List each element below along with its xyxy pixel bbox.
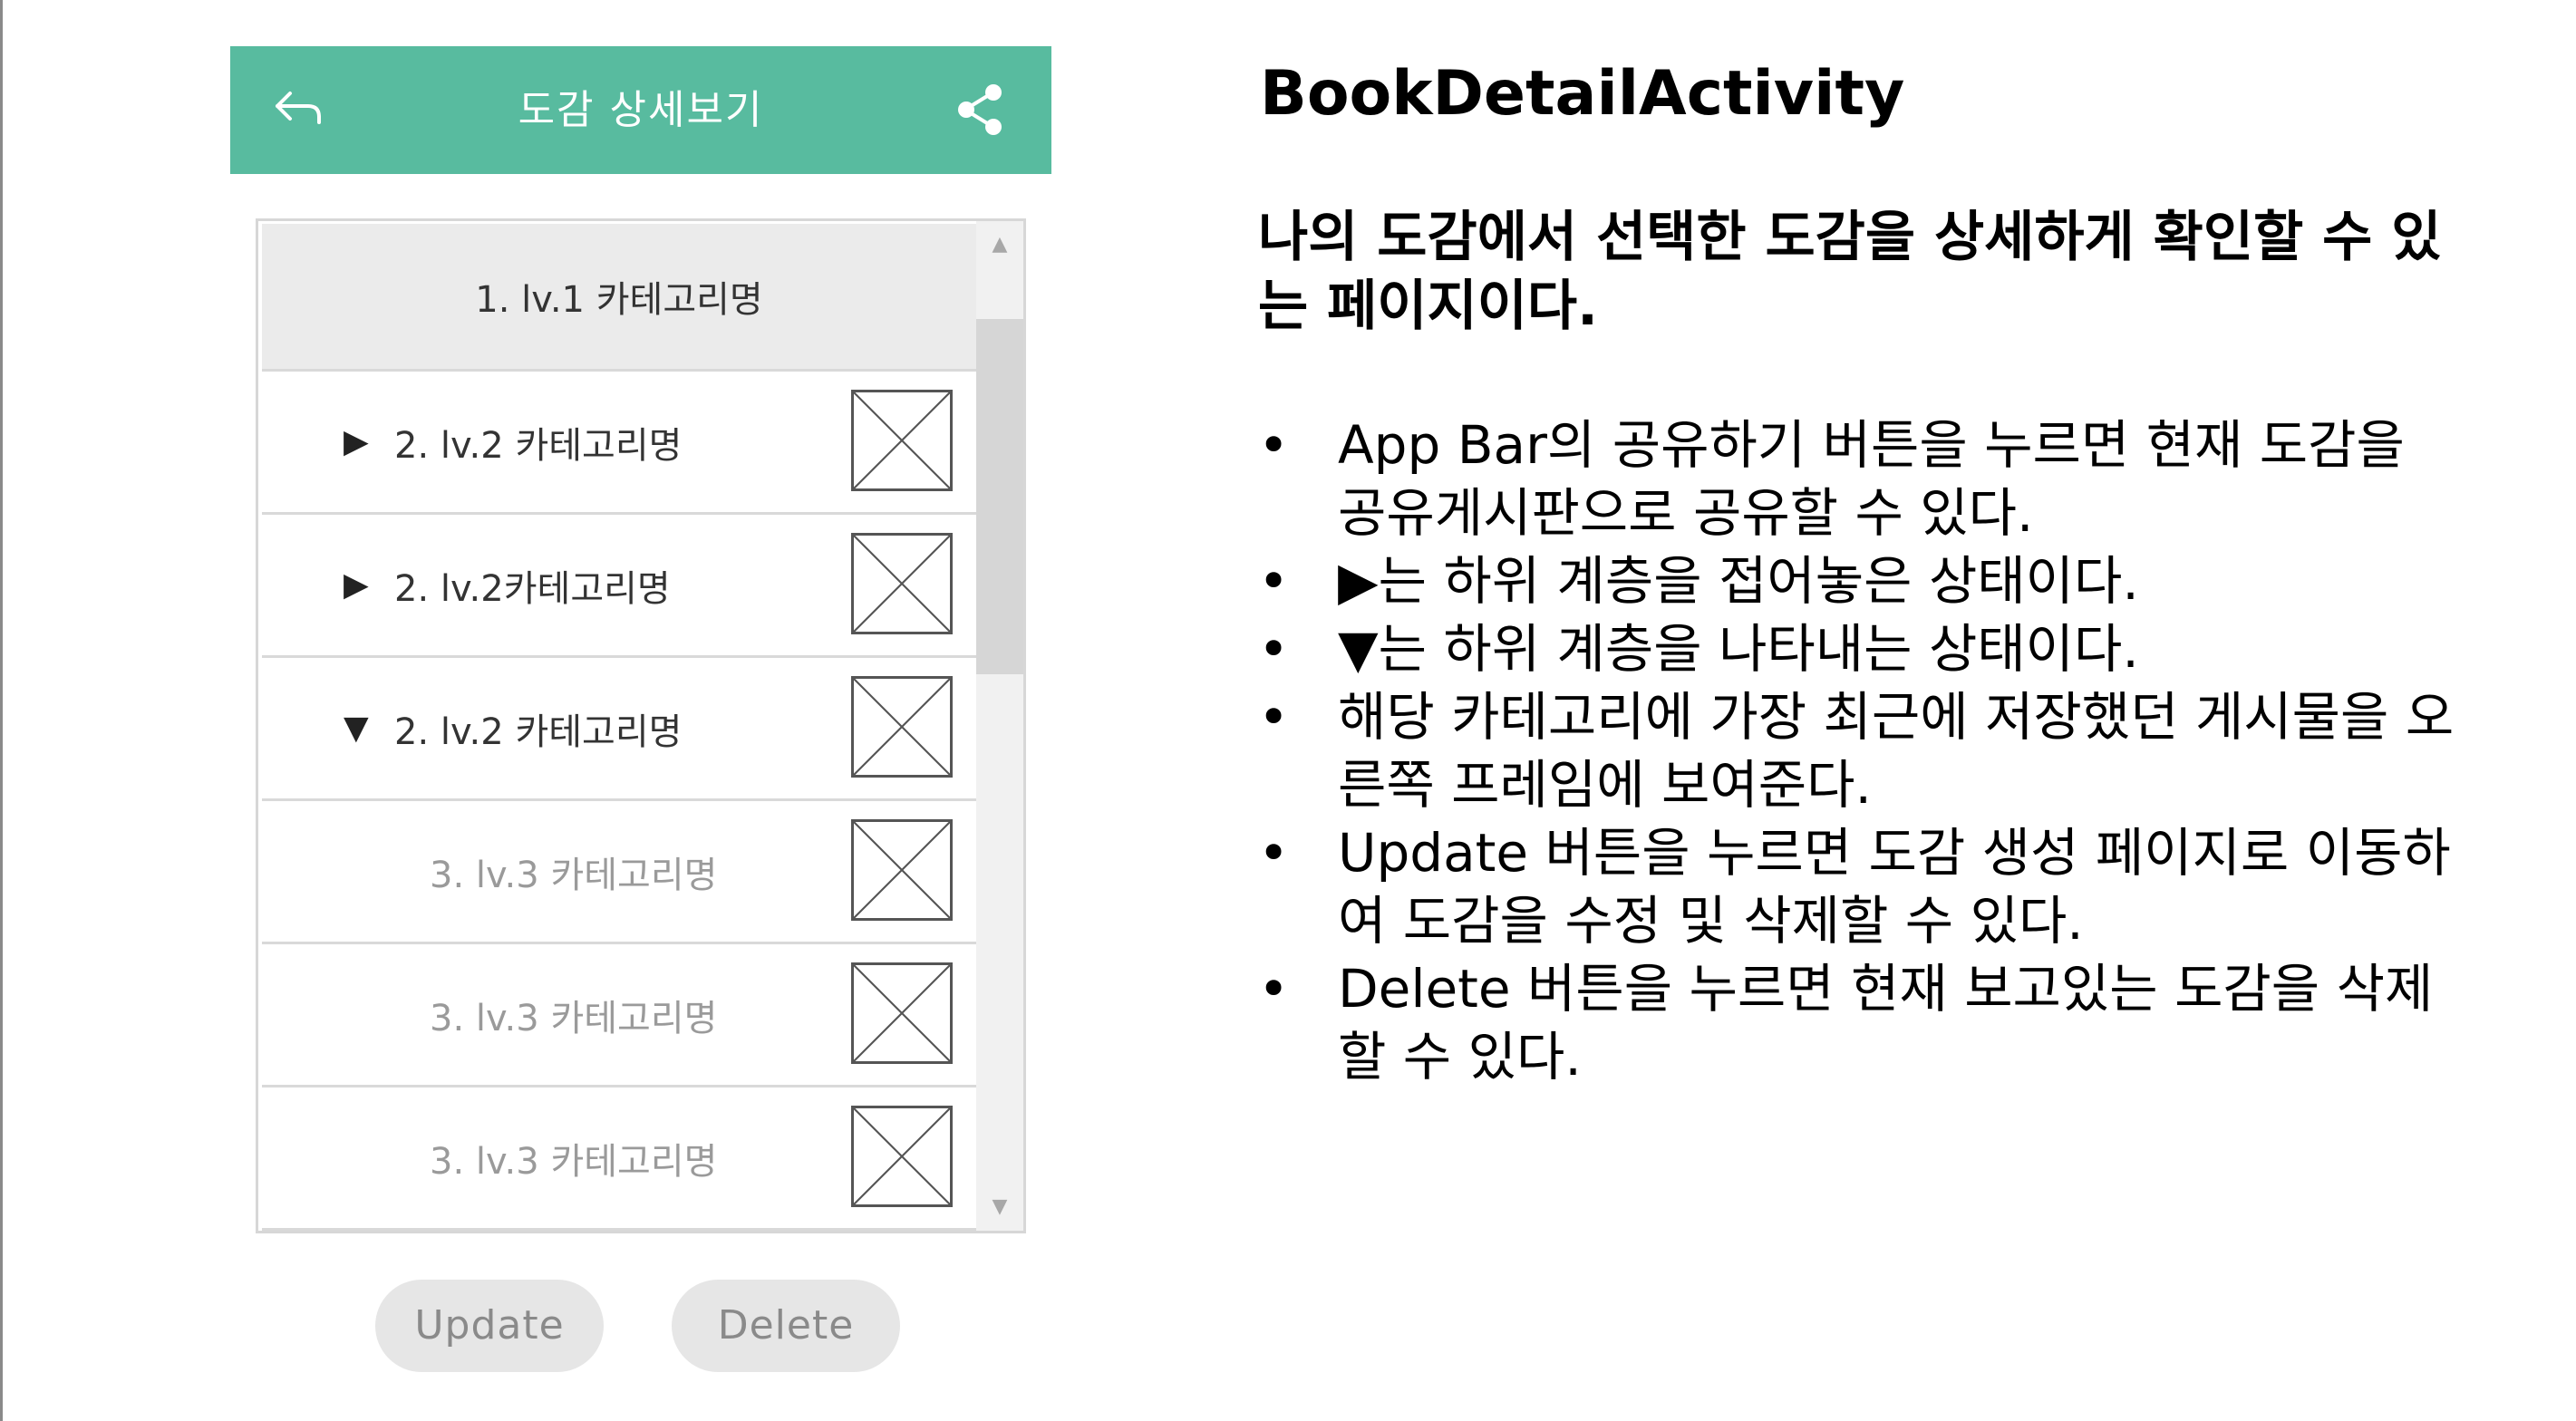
activity-name-heading: BookDetailActivity xyxy=(1260,58,1905,130)
feature-bullet-list: App Bar의 공유하기 버튼을 누르면 현재 도감을 공유게시판으로 공유할… xyxy=(1258,411,2455,1091)
app-bar: 도감 상세보기 xyxy=(230,46,1051,174)
back-arrow-icon xyxy=(276,92,321,124)
category-label-lv2: 2. lv.2 카테고리명 xyxy=(394,710,683,753)
share-icon xyxy=(958,84,1002,135)
category-row-lv2-expanded[interactable]: ▼ 2. lv.2 카테고리명 xyxy=(262,658,976,801)
bullet-expanded-triangle: ▼는 하위 계층을 나타내는 상태이다. xyxy=(1258,615,2455,683)
category-label-lv2: 2. lv.2카테고리명 xyxy=(394,567,671,610)
category-label-lv2: 2. lv.2 카테고리명 xyxy=(394,424,683,467)
vertical-scrollbar[interactable]: ▲ ▼ xyxy=(976,221,1023,1231)
scroll-up-arrow-icon[interactable]: ▲ xyxy=(976,221,1023,268)
image-placeholder-icon xyxy=(854,392,950,488)
left-border-line xyxy=(0,0,3,1421)
bullet-collapsed-triangle: ▶는 하위 계층을 접어놓은 상태이다. xyxy=(1258,547,2455,615)
expanded-triangle-icon[interactable]: ▼ xyxy=(344,710,376,747)
bullet-delete: Delete 버튼을 누르면 현재 보고있는 도감을 삭제할 수 있다. xyxy=(1258,955,2455,1091)
image-placeholder-thumbnail[interactable] xyxy=(851,819,953,921)
collapsed-triangle-icon[interactable]: ▶ xyxy=(344,423,376,460)
image-placeholder-icon xyxy=(854,536,950,632)
category-row-lv3[interactable]: 3. lv.3 카테고리명 xyxy=(262,944,976,1088)
activity-summary: 나의 도감에서 선택한 도감을 상세하게 확인할 수 있는 페이지이다. xyxy=(1258,206,2442,338)
scroll-down-arrow-icon[interactable]: ▼ xyxy=(976,1184,1023,1231)
image-placeholder-icon xyxy=(854,1108,950,1204)
update-button[interactable]: Update xyxy=(375,1280,604,1372)
image-placeholder-thumbnail[interactable] xyxy=(851,962,953,1064)
category-row-lv3[interactable]: 3. lv.3 카테고리명 xyxy=(262,801,976,944)
category-label-lv3: 3. lv.3 카테고리명 xyxy=(430,997,718,1039)
category-row-label: ▶ 2. lv.2 카테고리명 xyxy=(344,372,682,512)
category-row-lv1[interactable]: 1. lv.1 카테고리명 xyxy=(262,224,976,372)
bullet-share: App Bar의 공유하기 버튼을 누르면 현재 도감을 공유게시판으로 공유할… xyxy=(1258,411,2455,547)
collapsed-triangle-icon[interactable]: ▶ xyxy=(344,566,376,604)
image-placeholder-thumbnail[interactable] xyxy=(851,1106,953,1207)
bullet-recent-post: 해당 카테고리에 가장 최근에 저장했던 게시물을 오른쪽 프레임에 보여준다. xyxy=(1258,683,2455,819)
category-row-label: ▶ 2. lv.2카테고리명 xyxy=(344,515,671,655)
category-row-lv2[interactable]: ▶ 2. lv.2카테고리명 xyxy=(262,515,976,658)
scrollbar-thumb[interactable] xyxy=(976,319,1023,674)
bullet-update: Update 버튼을 누르면 도감 생성 페이지로 이동하여 도감을 수정 및 … xyxy=(1258,819,2455,955)
category-row-label: ▼ 2. lv.2 카테고리명 xyxy=(344,658,682,798)
app-bar-title: 도감 상세보기 xyxy=(518,87,764,133)
image-placeholder-icon xyxy=(854,822,950,918)
back-button[interactable] xyxy=(266,81,330,139)
image-placeholder-icon xyxy=(854,965,950,1061)
image-placeholder-thumbnail[interactable] xyxy=(851,390,953,491)
image-placeholder-thumbnail[interactable] xyxy=(851,533,953,634)
category-label-lv3: 3. lv.3 카테고리명 xyxy=(430,854,718,896)
category-label-lv1: 1. lv.1 카테고리명 xyxy=(475,279,763,321)
category-label-lv3: 3. lv.3 카테고리명 xyxy=(430,1140,718,1183)
share-button[interactable] xyxy=(952,81,1010,139)
category-list-rows: 1. lv.1 카테고리명 ▶ 2. lv.2 카테고리명 ▶ 2. lv.2카… xyxy=(262,224,976,1231)
image-placeholder-icon xyxy=(854,679,950,775)
delete-button[interactable]: Delete xyxy=(672,1280,900,1372)
category-row-lv3[interactable]: 3. lv.3 카테고리명 xyxy=(262,1088,976,1231)
image-placeholder-thumbnail[interactable] xyxy=(851,676,953,778)
category-list[interactable]: 1. lv.1 카테고리명 ▶ 2. lv.2 카테고리명 ▶ 2. lv.2카… xyxy=(256,218,1026,1233)
category-row-lv2[interactable]: ▶ 2. lv.2 카테고리명 xyxy=(262,372,976,515)
